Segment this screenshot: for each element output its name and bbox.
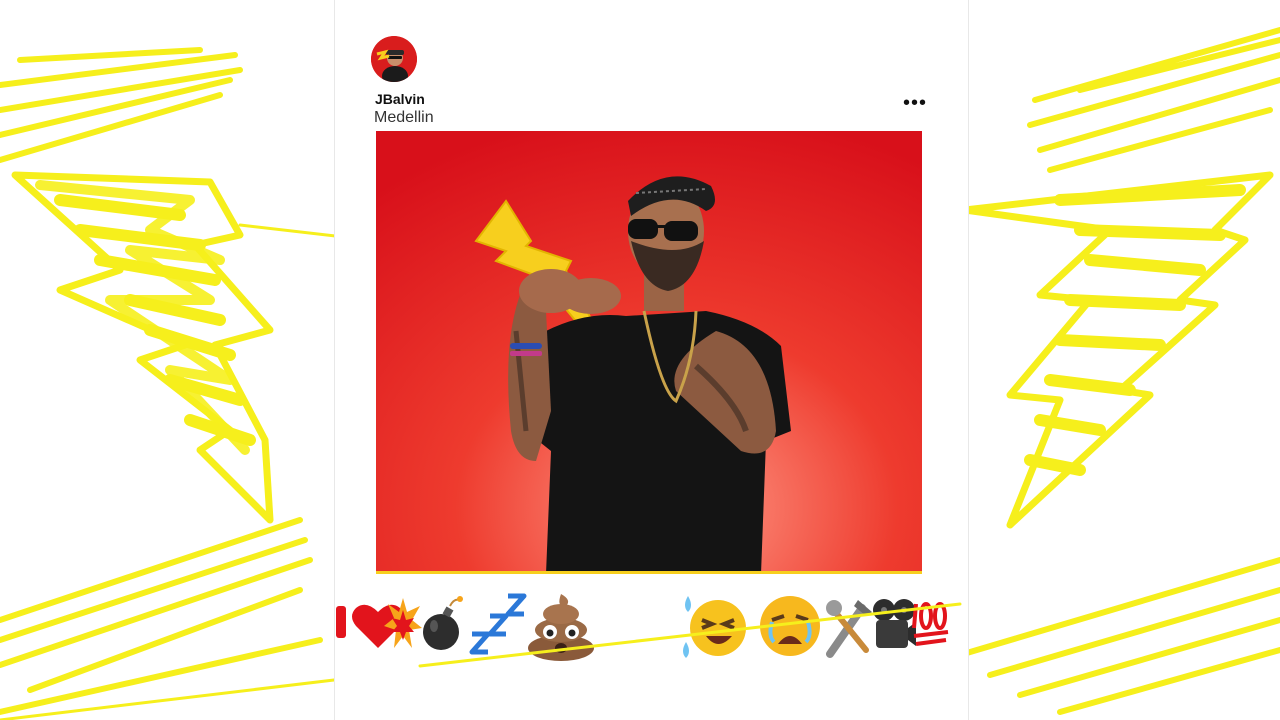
film-camera-icon[interactable] (872, 592, 916, 658)
post-photo[interactable] (376, 131, 922, 574)
bomb-icon[interactable] (422, 594, 464, 656)
sleeping-zzz-icon[interactable] (468, 590, 528, 658)
laughing-tears-face-icon[interactable] (676, 590, 748, 662)
tools-icon[interactable] (822, 594, 876, 660)
post-photo-image (376, 131, 922, 574)
poop-icon[interactable] (526, 590, 596, 662)
post-location[interactable]: Medellin (374, 109, 434, 127)
post-username[interactable]: JBalvin (375, 91, 425, 107)
hundred-points-icon[interactable] (912, 598, 950, 654)
more-options-icon[interactable]: ••• (898, 92, 932, 114)
reaction-strip (336, 588, 950, 664)
crying-face-icon[interactable] (758, 592, 822, 658)
avatar[interactable] (371, 36, 417, 82)
avatar-image (371, 36, 417, 82)
explosion-icon[interactable] (384, 596, 422, 652)
